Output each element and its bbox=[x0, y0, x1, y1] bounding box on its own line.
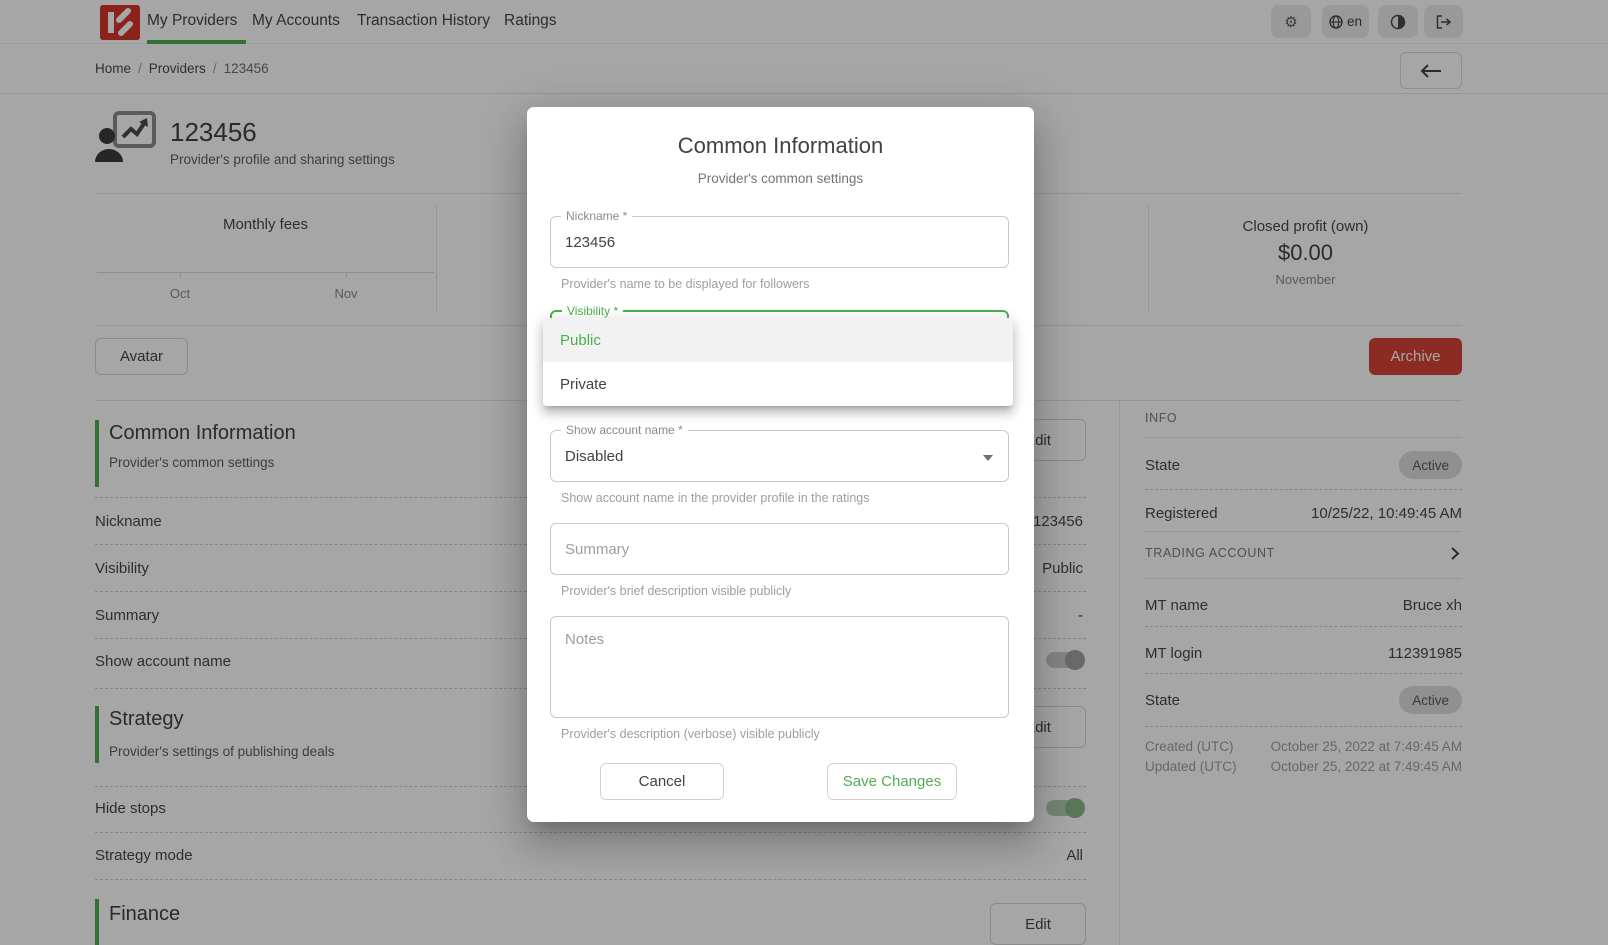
visibility-dropdown-menu: Public Private bbox=[543, 318, 1013, 406]
show-account-name-helper-text: Show account name in the provider profil… bbox=[561, 491, 870, 505]
app-root: My Providers My Accounts Transaction His… bbox=[0, 0, 1608, 945]
dialog-subtitle: Provider's common settings bbox=[527, 171, 1034, 186]
show-account-name-field-label: Show account name * bbox=[561, 423, 688, 437]
nickname-helper-text: Provider's name to be displayed for foll… bbox=[561, 277, 809, 291]
dropdown-option-private[interactable]: Private bbox=[543, 362, 1013, 406]
visibility-field-label: Visibility * bbox=[562, 304, 623, 318]
nickname-field-label: Nickname * bbox=[561, 209, 632, 223]
show-account-name-select[interactable] bbox=[551, 431, 1008, 481]
chevron-down-icon bbox=[983, 455, 993, 461]
notes-field bbox=[550, 616, 1009, 718]
dropdown-option-public[interactable]: Public bbox=[543, 318, 1013, 362]
nickname-field: Nickname * bbox=[550, 216, 1009, 268]
summary-field bbox=[550, 523, 1009, 575]
cancel-button[interactable]: Cancel bbox=[600, 763, 724, 800]
common-information-dialog: Common Information Provider's common set… bbox=[527, 107, 1034, 822]
summary-helper-text: Provider's brief description visible pub… bbox=[561, 584, 791, 598]
notes-textarea[interactable] bbox=[551, 617, 1008, 717]
save-changes-button[interactable]: Save Changes bbox=[827, 763, 957, 800]
notes-helper-text: Provider's description (verbose) visible… bbox=[561, 727, 820, 741]
summary-input[interactable] bbox=[551, 524, 1008, 574]
show-account-name-field[interactable]: Show account name * bbox=[550, 430, 1009, 482]
dialog-title: Common Information bbox=[527, 133, 1034, 159]
nickname-input[interactable] bbox=[551, 217, 1008, 267]
